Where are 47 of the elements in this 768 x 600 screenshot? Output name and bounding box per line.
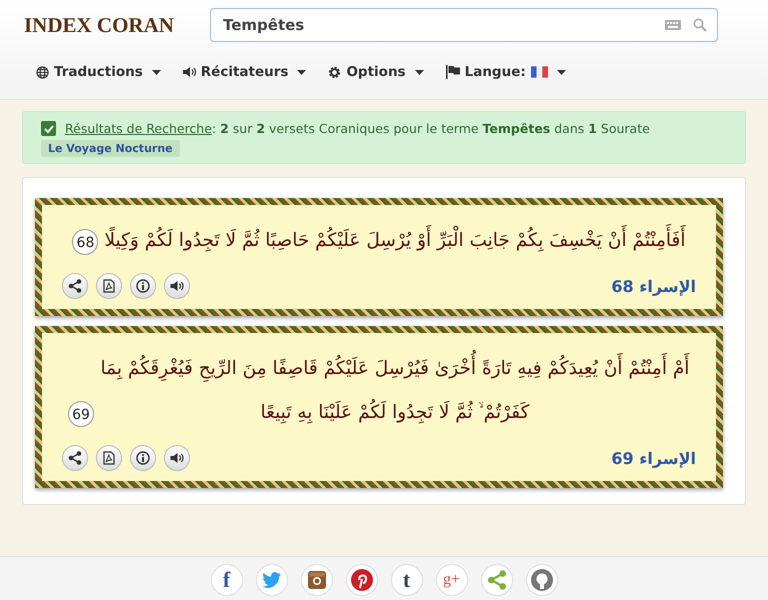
share-icon	[486, 570, 506, 590]
nav-menu[interactable]: Options	[328, 64, 424, 80]
checkbox[interactable]	[41, 121, 56, 136]
flag-icon	[446, 65, 460, 79]
verse-reference[interactable]: الإسراء 68	[611, 276, 696, 296]
globe-icon	[36, 66, 49, 78]
pin-icon	[350, 569, 372, 591]
french-flag-icon	[530, 66, 548, 78]
search-bar[interactable]: Tempêtes	[210, 8, 718, 42]
caret-icon	[556, 70, 566, 74]
twitter-button[interactable]	[256, 564, 288, 596]
pdf-icon[interactable]	[96, 445, 122, 471]
verse-text: أَمْ أَمِنْتُمْ أَنْ يُعِيدَكُمْ فِيهِ تَارَةً أُخْرَىٰ فَيُرْسِلَ عَلَيْكُمْ قَاصِفًا مِنَ الرِّيحِ فَيُغْرِقَكُمْ بِمَا كَفَرْتُمْ ۙ ثُمَّ لَا تَجِدُوا لَكُمْ عَلَيْنَا بِهِ تَبِيعًا	[100, 343, 690, 439]
settings-icon	[328, 66, 342, 78]
speaker-icon	[182, 66, 196, 78]
verse-number: 69	[68, 401, 94, 427]
facebook-button[interactable]: f	[210, 564, 242, 596]
search-field[interactable]: Tempêtes	[221, 15, 653, 35]
verse-text: أَفَأَمِنْتُمْ أَنْ يَخْسِفَ بِكُمْ جَانِبَ الْبَرِّ أَوْ يُرْسِلَ عَلَيْكُمْ حَاصِبًا ثُمَّ لَا تَجِدُوا لَكُمْ وَكِيلًا	[104, 215, 686, 267]
checkmark-icon	[44, 124, 54, 132]
results-summary: : 2 sur 2 versets Coraniques pour le terme Tempêtes dans 1 Sourate	[212, 121, 650, 136]
pinterest-button[interactable]	[346, 564, 378, 596]
verse-number: 68	[72, 229, 98, 255]
instagram-button[interactable]	[300, 564, 332, 596]
googleplus-button[interactable]: g+	[436, 564, 468, 596]
results-link[interactable]: Résultats de Recherche	[65, 121, 212, 136]
pdf-icon[interactable]	[96, 273, 122, 299]
nav-menu[interactable]: Traductions	[36, 64, 161, 80]
tumblr-button[interactable]: t	[390, 564, 422, 596]
speaker-icon[interactable]	[164, 273, 190, 299]
bird-icon	[262, 572, 282, 588]
info-icon[interactable]	[130, 273, 156, 299]
caret-icon	[414, 70, 424, 74]
nav-menu[interactable]: Récitateurs	[182, 64, 306, 80]
caret-icon	[152, 70, 161, 74]
share-button[interactable]	[480, 564, 512, 596]
github-button[interactable]	[526, 564, 558, 596]
share-icon[interactable]	[62, 273, 88, 299]
nav-menu[interactable]: Langue:	[446, 64, 566, 80]
camera-icon	[308, 571, 326, 589]
verse-reference[interactable]: الإسراء 69	[611, 448, 696, 468]
logo[interactable]: INDEX CORAN	[24, 12, 192, 38]
caret-icon	[297, 70, 306, 74]
speaker-icon[interactable]	[164, 445, 190, 471]
surah-tag[interactable]: Le Voyage Nocturne	[41, 140, 180, 157]
share-icon[interactable]	[62, 445, 88, 471]
info-icon[interactable]	[130, 445, 156, 471]
